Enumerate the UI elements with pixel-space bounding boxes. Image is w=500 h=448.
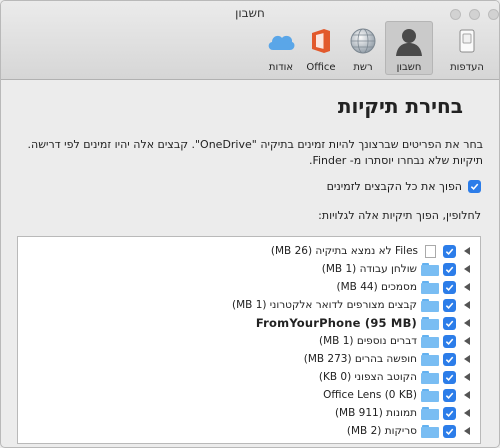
folder-icon [421, 388, 439, 402]
disclosure-triangle-icon[interactable] [464, 373, 470, 381]
checkmark-icon [470, 183, 479, 190]
folder-icon [421, 370, 439, 384]
item-label: Files לא נמצא בתיקיה (26 MB) [270, 245, 418, 257]
folder-icon [421, 424, 439, 438]
list-item[interactable]: תמונות (911 MB) [335, 404, 470, 422]
list-item[interactable]: חופשה בהרים (273 MB) [304, 350, 470, 368]
description-text: בחר את הפריטים שברצונך להיות זמינים בתיק… [27, 138, 483, 167]
switch-icon [451, 25, 483, 57]
item-checkbox[interactable] [443, 316, 456, 330]
list-item[interactable]: Files לא נמצא בתיקיה (26 MB) [271, 242, 470, 260]
item-checkbox[interactable] [443, 298, 456, 312]
folder-icon [421, 334, 439, 348]
tab-preferences[interactable]: העדפות [441, 21, 493, 75]
folder-icon [421, 406, 439, 420]
cloud-icon [265, 25, 297, 57]
item-checkbox[interactable] [443, 334, 456, 348]
folder-list[interactable]: Files לא נמצא בתיקיה (26 MB) שולחן עבודה… [17, 236, 481, 444]
item-label: מסמכים (44 MB) [336, 281, 417, 293]
title-bar: חשבון העדפות חשבון רשת Office אודות [1, 1, 499, 80]
list-item[interactable]: שולחן עבודה (1 MB) [322, 260, 470, 278]
window-title: חשבון [235, 6, 265, 20]
list-item[interactable]: סריקות (2 MB) [347, 422, 470, 440]
tab-network[interactable]: רשת [343, 21, 383, 75]
item-label: חופשה בהרים (273 MB) [303, 353, 417, 365]
item-checkbox[interactable] [443, 280, 456, 294]
checkmark-icon [445, 374, 454, 381]
folder-selection-panel: בחירת תיקיות בחר את הפריטים שברצונך להיו… [1, 80, 499, 447]
item-checkbox[interactable] [443, 370, 456, 384]
tab-account[interactable]: חשבון [385, 21, 433, 75]
folder-icon [421, 352, 439, 366]
item-label: דברים נוספים (1 MB) [319, 335, 417, 347]
item-label: שולחן עבודה (1 MB) [321, 263, 417, 275]
list-item[interactable]: הקוטב הצפוני (0 KB) [319, 368, 470, 386]
item-checkbox[interactable] [443, 406, 456, 420]
disclosure-triangle-icon[interactable] [464, 247, 470, 255]
disclosure-triangle-icon[interactable] [464, 355, 470, 363]
file-icon [425, 244, 436, 258]
disclosure-triangle-icon[interactable] [464, 319, 470, 327]
disclosure-triangle-icon[interactable] [464, 391, 470, 399]
page-title: בחירת תיקיות [337, 94, 463, 118]
instructions-text: לחלופין, הפוך תיקיות אלה לגלויות: [318, 209, 481, 222]
item-label: סריקות (2 MB) [346, 425, 417, 437]
checkmark-icon [445, 356, 454, 363]
item-label: תמונות (911 MB) [334, 407, 417, 419]
item-label: הקוטב הצפוני (0 KB) [318, 371, 417, 383]
checkmark-icon [445, 320, 454, 327]
folder-icon [421, 280, 439, 294]
checkmark-icon [445, 248, 454, 255]
item-checkbox[interactable] [443, 352, 456, 366]
user-silhouette-icon [393, 25, 425, 57]
disclosure-triangle-icon[interactable] [464, 265, 470, 273]
item-label: FromYourPhone (95 MB) [255, 316, 417, 330]
item-checkbox[interactable] [443, 424, 456, 438]
list-item[interactable]: מסמכים (44 MB) [337, 278, 470, 296]
office-logo-icon [305, 25, 337, 57]
item-checkbox[interactable] [443, 244, 456, 258]
checkmark-icon [445, 284, 454, 291]
list-item[interactable]: קבצים מצורפים לדואר אלקטרוני (1 MB) [232, 296, 470, 314]
globe-icon [347, 25, 379, 57]
tab-about[interactable]: אודות [263, 21, 299, 75]
disclosure-triangle-icon[interactable] [464, 427, 470, 435]
item-label: קבצים מצורפים לדואר אלקטרוני (1 MB) [231, 299, 417, 311]
checkmark-icon [445, 392, 454, 399]
checkmark-icon [445, 338, 454, 345]
item-label: Office Lens (0 KB) [323, 389, 417, 401]
toggle-all-label: הפוך את כל הקבצים לזמינים [326, 180, 462, 193]
checkmark-icon [445, 428, 454, 435]
checkmark-icon [445, 266, 454, 273]
folder-icon [421, 298, 439, 312]
item-checkbox[interactable] [443, 388, 456, 402]
list-item[interactable]: FromYourPhone (95 MB) [256, 314, 470, 332]
disclosure-triangle-icon[interactable] [464, 301, 470, 309]
list-item[interactable]: דברים נוספים (1 MB) [319, 332, 470, 350]
checkmark-icon [445, 302, 454, 309]
toggle-all-checkbox[interactable] [468, 180, 481, 193]
disclosure-triangle-icon[interactable] [464, 283, 470, 291]
disclosure-triangle-icon[interactable] [464, 409, 470, 417]
folder-icon [421, 262, 439, 276]
item-checkbox[interactable] [443, 262, 456, 276]
toggle-all-files[interactable]: הפוך את כל הקבצים לזמינים [327, 180, 481, 193]
folder-icon [421, 316, 439, 330]
disclosure-triangle-icon[interactable] [464, 337, 470, 345]
tab-office[interactable]: Office [303, 21, 339, 75]
checkmark-icon [445, 410, 454, 417]
preferences-window: חשבון העדפות חשבון רשת Office אודות בחיר… [0, 0, 500, 448]
list-item[interactable]: Office Lens (0 KB) [323, 386, 470, 404]
